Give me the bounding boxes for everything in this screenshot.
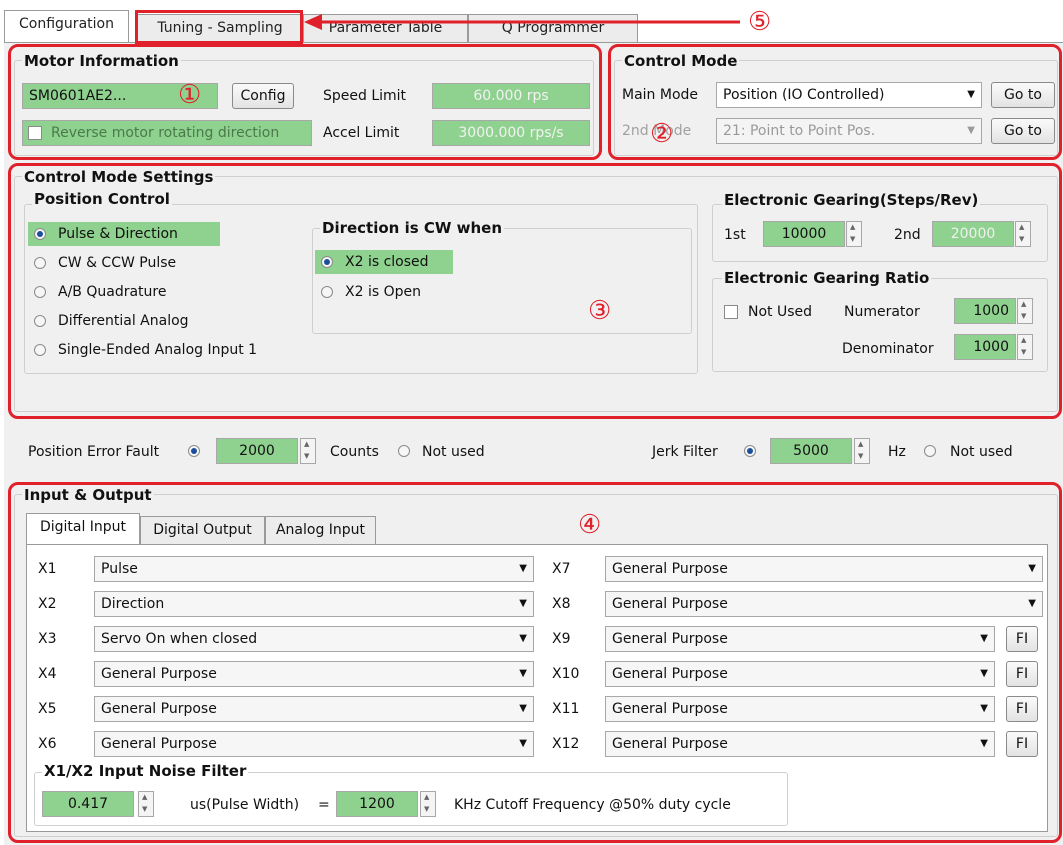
tab-configuration[interactable]: Configuration bbox=[4, 10, 129, 43]
annotation-number-5: ⑤ bbox=[748, 7, 772, 37]
position-error-spinner[interactable] bbox=[300, 438, 316, 464]
annotation-box-2 bbox=[608, 44, 1062, 160]
radio-position-error-on[interactable] bbox=[188, 445, 200, 457]
annotation-arrow-icon bbox=[304, 14, 740, 30]
annotation-number-4: ④ bbox=[578, 510, 602, 540]
annotation-number-2: ② bbox=[650, 119, 674, 149]
annotation-number-3: ③ bbox=[588, 296, 612, 326]
jerk-filter-label: Jerk Filter bbox=[652, 444, 718, 460]
annotation-box-4 bbox=[8, 482, 1062, 843]
jerk-filter-spinner[interactable] bbox=[854, 438, 870, 464]
jerk-filter-field[interactable]: 5000 bbox=[770, 438, 852, 464]
annotation-number-1: ① bbox=[178, 80, 202, 110]
jerk-filter-not-used-label: Not used bbox=[950, 444, 1013, 460]
position-error-label: Position Error Fault bbox=[28, 444, 160, 460]
annotation-box-5 bbox=[135, 10, 303, 44]
position-error-field[interactable]: 2000 bbox=[216, 438, 298, 464]
position-error-not-used-label: Not used bbox=[422, 444, 485, 460]
hz-label: Hz bbox=[888, 444, 906, 460]
radio-jerk-filter-on[interactable] bbox=[744, 445, 756, 457]
annotation-box-3 bbox=[8, 163, 1062, 419]
radio-position-error-not-used[interactable] bbox=[398, 445, 410, 457]
radio-jerk-filter-not-used[interactable] bbox=[924, 445, 936, 457]
counts-label: Counts bbox=[330, 444, 379, 460]
annotation-box-1 bbox=[8, 44, 602, 160]
